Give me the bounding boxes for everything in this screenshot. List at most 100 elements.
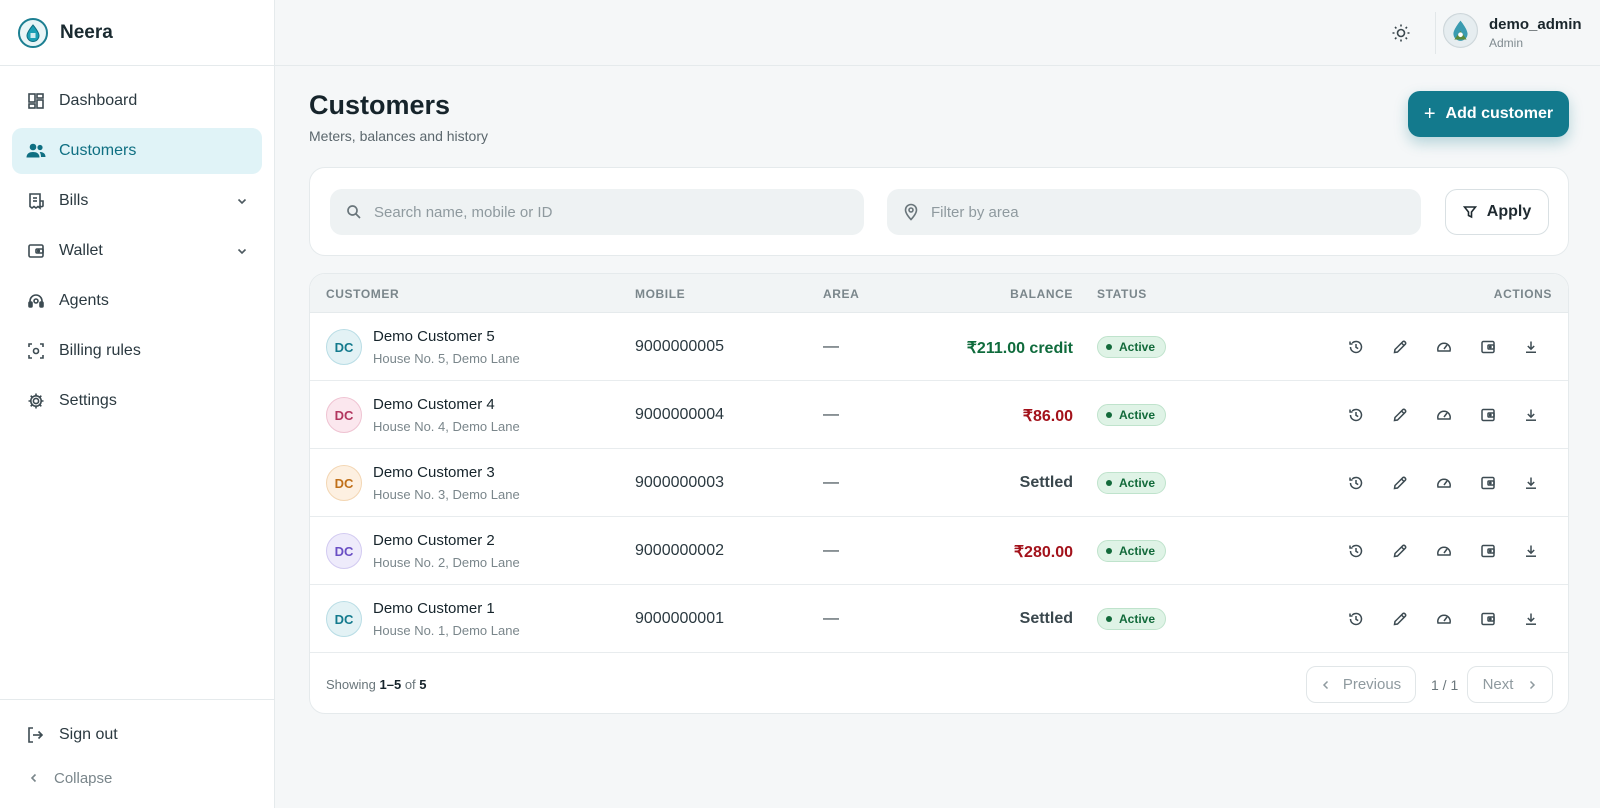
filter-icon bbox=[1462, 205, 1477, 219]
users-icon bbox=[26, 141, 46, 161]
sidebar-item-label: Bills bbox=[59, 192, 89, 209]
collapse-sidebar-button[interactable]: Collapse bbox=[12, 758, 262, 798]
table-row[interactable]: DC Demo Customer 4 House No. 4, Demo Lane 9… bbox=[310, 381, 1568, 449]
area-filter-input[interactable] bbox=[931, 203, 1391, 221]
sidebar-footer: Sign out Collapse bbox=[0, 699, 274, 808]
edit-icon[interactable] bbox=[1389, 472, 1411, 494]
dashboard-icon bbox=[26, 91, 46, 111]
wallet-icon[interactable] bbox=[1477, 608, 1499, 630]
receipt-icon bbox=[26, 191, 46, 211]
status-dot bbox=[1106, 548, 1112, 554]
next-page-button[interactable]: Next bbox=[1467, 666, 1553, 703]
status-dot bbox=[1106, 412, 1112, 418]
chevron-left-icon bbox=[28, 772, 40, 784]
apply-label: Apply bbox=[1486, 203, 1532, 220]
apply-button[interactable]: Apply bbox=[1445, 189, 1549, 235]
sidebar-item-wallet[interactable]: Wallet bbox=[12, 228, 262, 274]
download-icon[interactable] bbox=[1520, 336, 1542, 358]
sidebar-item-label: Agents bbox=[59, 292, 109, 309]
rules-icon bbox=[26, 341, 46, 361]
chevron-down-icon[interactable] bbox=[236, 195, 248, 207]
edit-icon[interactable] bbox=[1389, 540, 1411, 562]
table-row[interactable]: DC Demo Customer 1 House No. 1, Demo Lane 9… bbox=[310, 585, 1568, 653]
customer-name[interactable]: Demo Customer 2 bbox=[373, 532, 495, 549]
customer-name[interactable]: Demo Customer 5 bbox=[373, 328, 495, 345]
customer-mobile: 9000000001 bbox=[635, 610, 724, 627]
column-header-status[interactable]: STATUS bbox=[1097, 287, 1147, 301]
sidebar-item-dashboard[interactable]: Dashboard bbox=[12, 78, 262, 124]
wallet-icon[interactable] bbox=[1477, 540, 1499, 562]
edit-icon[interactable] bbox=[1389, 336, 1411, 358]
edit-icon[interactable] bbox=[1389, 608, 1411, 630]
history-icon[interactable] bbox=[1345, 608, 1367, 630]
page-title: Customers bbox=[309, 90, 451, 120]
history-icon[interactable] bbox=[1345, 404, 1367, 426]
chevron-right-icon bbox=[1527, 680, 1537, 690]
add-customer-label: Add customer bbox=[1445, 105, 1554, 122]
wallet-icon[interactable] bbox=[1477, 336, 1499, 358]
user-name: demo_admin bbox=[1489, 16, 1582, 33]
sign-out-button[interactable]: Sign out bbox=[12, 712, 262, 758]
avatar[interactable] bbox=[1443, 13, 1478, 48]
customer-area: — bbox=[823, 610, 839, 627]
history-icon[interactable] bbox=[1345, 336, 1367, 358]
customer-area: — bbox=[823, 474, 839, 491]
area-filter-field[interactable] bbox=[887, 189, 1421, 235]
meter-icon[interactable] bbox=[1433, 608, 1455, 630]
meter-icon[interactable] bbox=[1433, 404, 1455, 426]
edit-icon[interactable] bbox=[1389, 404, 1411, 426]
customer-mobile: 9000000002 bbox=[635, 542, 724, 559]
sidebar-item-bills[interactable]: Bills bbox=[12, 178, 262, 224]
wallet-icon[interactable] bbox=[1477, 472, 1499, 494]
headset-icon bbox=[26, 291, 46, 311]
table-row[interactable]: DC Demo Customer 2 House No. 2, Demo Lane 9… bbox=[310, 517, 1568, 585]
customer-name[interactable]: Demo Customer 4 bbox=[373, 396, 495, 413]
chevron-down-icon[interactable] bbox=[236, 245, 248, 257]
status-label: Active bbox=[1119, 340, 1156, 354]
showing-total: 5 bbox=[419, 677, 427, 692]
user-role: Admin bbox=[1489, 36, 1524, 50]
column-header-customer[interactable]: CUSTOMER bbox=[326, 287, 399, 301]
status-dot bbox=[1106, 344, 1112, 350]
customer-area: — bbox=[823, 338, 839, 355]
previous-page-button[interactable]: Previous bbox=[1306, 666, 1416, 703]
brand-name: Neera bbox=[60, 21, 113, 43]
page-indicator: 1 / 1 bbox=[1431, 677, 1459, 693]
customer-area: — bbox=[823, 542, 839, 559]
sidebar-item-customers[interactable]: Customers bbox=[12, 128, 262, 174]
download-icon[interactable] bbox=[1520, 472, 1542, 494]
column-header-area[interactable]: AREA bbox=[823, 287, 859, 301]
sidebar-item-settings[interactable]: Settings bbox=[12, 378, 262, 424]
status-badge: Active bbox=[1097, 472, 1167, 494]
table-row[interactable]: DC Demo Customer 3 House No. 3, Demo Lane 9… bbox=[310, 449, 1568, 517]
sidebar-item-label: Settings bbox=[59, 392, 117, 409]
history-icon[interactable] bbox=[1345, 472, 1367, 494]
wallet-icon[interactable] bbox=[1477, 404, 1499, 426]
next-label: Next bbox=[1482, 676, 1514, 693]
brand[interactable]: Neera bbox=[0, 0, 274, 66]
history-icon[interactable] bbox=[1345, 540, 1367, 562]
meter-icon[interactable] bbox=[1433, 472, 1455, 494]
column-header-mobile[interactable]: MOBILE bbox=[635, 287, 685, 301]
search-icon bbox=[346, 204, 362, 220]
sidebar-item-agents[interactable]: Agents bbox=[12, 278, 262, 324]
sidebar-item-label: Wallet bbox=[59, 242, 103, 259]
add-customer-button[interactable]: + Add customer bbox=[1408, 91, 1569, 137]
customer-name[interactable]: Demo Customer 1 bbox=[373, 600, 495, 617]
table-row[interactable]: DC Demo Customer 5 House No. 5, Demo Lane 9… bbox=[310, 313, 1568, 381]
customer-address: House No. 1, Demo Lane bbox=[373, 623, 520, 638]
theme-toggle-sun-icon[interactable] bbox=[1388, 20, 1414, 46]
search-input[interactable] bbox=[374, 203, 834, 221]
search-field[interactable] bbox=[330, 189, 864, 235]
showing-range: 1–5 bbox=[379, 677, 402, 692]
download-icon[interactable] bbox=[1520, 404, 1542, 426]
customer-address: House No. 2, Demo Lane bbox=[373, 555, 520, 570]
meter-icon[interactable] bbox=[1433, 540, 1455, 562]
download-icon[interactable] bbox=[1520, 540, 1542, 562]
customer-name[interactable]: Demo Customer 3 bbox=[373, 464, 495, 481]
customer-mobile: 9000000005 bbox=[635, 338, 724, 355]
column-header-balance[interactable]: BALANCE bbox=[1010, 287, 1073, 301]
sidebar-item-billing-rules[interactable]: Billing rules bbox=[12, 328, 262, 374]
meter-icon[interactable] bbox=[1433, 336, 1455, 358]
download-icon[interactable] bbox=[1520, 608, 1542, 630]
